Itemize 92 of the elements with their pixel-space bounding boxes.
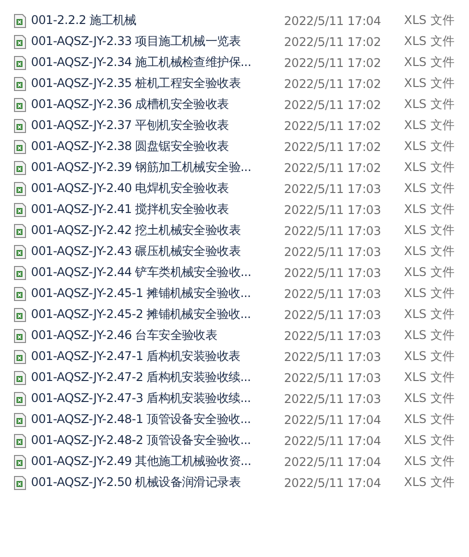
spreadsheet-file-icon xyxy=(14,76,26,90)
spreadsheet-file-icon xyxy=(14,202,26,216)
spreadsheet-file-icon xyxy=(14,370,26,384)
spreadsheet-file-icon xyxy=(14,434,26,448)
modified-date: 2022/5/11 17:04 xyxy=(284,454,382,468)
spreadsheet-file-icon xyxy=(14,160,26,174)
modified-date: 2022/5/11 17:03 xyxy=(284,328,382,342)
file-name[interactable]: 001-AQSZ-JY-2.46 台车安全验收表 xyxy=(31,327,271,344)
spreadsheet-file-icon xyxy=(14,140,26,154)
file-type: XLS 文件 xyxy=(404,138,454,155)
modified-date: 2022/5/11 17:02 xyxy=(284,160,382,174)
file-name[interactable]: 001-AQSZ-JY-2.35 桩机工程安全验收表 xyxy=(31,75,271,92)
spreadsheet-file-icon xyxy=(14,412,26,426)
file-name[interactable]: 001-AQSZ-JY-2.49 其他施工机械验收资... xyxy=(31,453,271,470)
file-type: XLS 文件 xyxy=(404,54,454,71)
modified-date: 2022/5/11 17:03 xyxy=(284,244,382,258)
file-type: XLS 文件 xyxy=(404,369,454,386)
modified-date: 2022/5/11 17:02 xyxy=(284,76,382,90)
file-name[interactable]: 001-AQSZ-JY-2.42 挖土机械安全验收表 xyxy=(31,222,271,239)
file-type: XLS 文件 xyxy=(404,243,454,260)
file-type: XLS 文件 xyxy=(404,117,454,134)
modified-date: 2022/5/11 17:03 xyxy=(284,224,382,238)
file-name[interactable]: 001-AQSZ-JY-2.48-1 顶管设备安全验收... xyxy=(31,411,271,428)
modified-date: 2022/5/11 17:03 xyxy=(284,350,382,364)
file-name[interactable]: 001-AQSZ-JY-2.36 成槽机安全验收表 xyxy=(31,96,271,113)
spreadsheet-file-icon xyxy=(14,34,26,48)
spreadsheet-file-icon xyxy=(14,454,26,468)
file-name[interactable]: 001-AQSZ-JY-2.38 圆盘锯安全验收表 xyxy=(31,138,271,155)
spreadsheet-file-icon xyxy=(14,266,26,280)
modified-date: 2022/5/11 17:03 xyxy=(284,182,382,196)
modified-date: 2022/5/11 17:03 xyxy=(284,370,382,384)
modified-date: 2022/5/11 17:03 xyxy=(284,202,382,216)
spreadsheet-file-icon xyxy=(14,98,26,112)
file-name[interactable]: 001-AQSZ-JY-2.47-1 盾构机安装验收表 xyxy=(31,348,271,365)
file-name[interactable]: 001-AQSZ-JY-2.47-2 盾构机安装验收续... xyxy=(31,369,271,386)
file-type: XLS 文件 xyxy=(404,12,454,29)
modified-date: 2022/5/11 17:04 xyxy=(284,476,382,490)
file-type: XLS 文件 xyxy=(404,222,454,239)
spreadsheet-file-icon xyxy=(14,286,26,300)
file-type: XLS 文件 xyxy=(404,453,454,470)
file-type: XLS 文件 xyxy=(404,201,454,218)
file-type: XLS 文件 xyxy=(404,432,454,449)
file-name[interactable]: 001-AQSZ-JY-2.50 机械设备润滑记录表 xyxy=(31,474,271,491)
file-name[interactable]: 001-AQSZ-JY-2.45-1 摊铺机械安全验收... xyxy=(31,285,271,302)
file-name[interactable]: 001-AQSZ-JY-2.40 电焊机安全验收表 xyxy=(31,180,271,197)
file-type: XLS 文件 xyxy=(404,264,454,281)
spreadsheet-file-icon xyxy=(14,182,26,196)
spreadsheet-file-icon xyxy=(14,118,26,132)
modified-date: 2022/5/11 17:02 xyxy=(284,98,382,112)
file-name[interactable]: 001-AQSZ-JY-2.48-2 顶管设备安全验收... xyxy=(31,432,271,449)
spreadsheet-file-icon xyxy=(14,476,26,490)
modified-date: 2022/5/11 17:04 xyxy=(284,434,382,448)
file-type: XLS 文件 xyxy=(404,411,454,428)
file-name[interactable]: 001-AQSZ-JY-2.47-3 盾构机安装验收续... xyxy=(31,390,271,407)
spreadsheet-file-icon xyxy=(14,392,26,406)
file-type: XLS 文件 xyxy=(404,33,454,50)
file-name[interactable]: 001-AQSZ-JY-2.37 平刨机安全验收表 xyxy=(31,117,271,134)
file-name[interactable]: 001-AQSZ-JY-2.39 钢筋加工机械安全验... xyxy=(31,159,271,176)
modified-date: 2022/5/11 17:04 xyxy=(284,14,382,28)
spreadsheet-file-icon xyxy=(14,244,26,258)
spreadsheet-file-icon xyxy=(14,56,26,70)
file-name[interactable]: 001-AQSZ-JY-2.34 施工机械检查维护保... xyxy=(31,54,271,71)
file-type: XLS 文件 xyxy=(404,474,454,491)
file-type: XLS 文件 xyxy=(404,348,454,365)
spreadsheet-file-icon xyxy=(14,328,26,342)
modified-date: 2022/5/11 17:02 xyxy=(284,118,382,132)
modified-date: 2022/5/11 17:02 xyxy=(284,56,382,70)
file-name[interactable]: 001-AQSZ-JY-2.45-2 摊铺机械安全验收... xyxy=(31,306,271,323)
modified-date: 2022/5/11 17:03 xyxy=(284,392,382,406)
spreadsheet-file-icon xyxy=(14,14,26,28)
file-name[interactable]: 001-AQSZ-JY-2.41 搅拌机安全验收表 xyxy=(31,201,271,218)
modified-date: 2022/5/11 17:02 xyxy=(284,34,382,48)
spreadsheet-file-icon xyxy=(14,350,26,364)
file-type: XLS 文件 xyxy=(404,306,454,323)
file-name[interactable]: 001-AQSZ-JY-2.33 项目施工机械一览表 xyxy=(31,33,271,50)
file-type: XLS 文件 xyxy=(404,75,454,92)
file-type: XLS 文件 xyxy=(404,327,454,344)
modified-date: 2022/5/11 17:03 xyxy=(284,308,382,322)
file-name[interactable]: 001-AQSZ-JY-2.43 碾压机械安全验收表 xyxy=(31,243,271,260)
file-type: XLS 文件 xyxy=(404,390,454,407)
modified-date: 2022/5/11 17:04 xyxy=(284,412,382,426)
spreadsheet-file-icon xyxy=(14,308,26,322)
file-type: XLS 文件 xyxy=(404,159,454,176)
modified-date: 2022/5/11 17:02 xyxy=(284,140,382,154)
file-name[interactable]: 001-2.2.2 施工机械 xyxy=(31,12,271,29)
file-type: XLS 文件 xyxy=(404,180,454,197)
modified-date: 2022/5/11 17:03 xyxy=(284,286,382,300)
file-type: XLS 文件 xyxy=(404,96,454,113)
modified-date: 2022/5/11 17:03 xyxy=(284,266,382,280)
file-type: XLS 文件 xyxy=(404,285,454,302)
file-name[interactable]: 001-AQSZ-JY-2.44 铲车类机械安全验收... xyxy=(31,264,271,281)
spreadsheet-file-icon xyxy=(14,224,26,238)
